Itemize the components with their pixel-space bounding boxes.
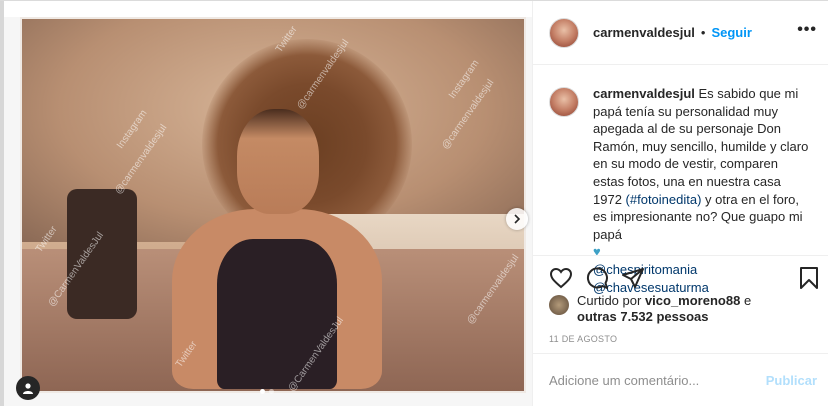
post-date[interactable]: 11 DE AGOSTO (549, 334, 617, 344)
post-photo[interactable]: Instagram @carmenvaldesjul Twitter @Carm… (20, 17, 526, 393)
tagged-users-button[interactable] (16, 376, 40, 400)
publish-button[interactable]: Publicar (766, 373, 817, 388)
liker-username[interactable]: vico_moreno88 (645, 293, 740, 308)
like-button[interactable] (549, 266, 573, 290)
share-icon (622, 268, 644, 288)
comment-input[interactable] (549, 372, 759, 388)
caption-avatar[interactable] (549, 87, 579, 117)
heart-icon (549, 267, 573, 289)
user-icon (23, 383, 33, 394)
header-separator: • (700, 25, 706, 40)
likes-text: Curtido por vico_moreno88 e outras 7.532… (577, 293, 752, 324)
caption-body: Es sabido que mi papá tenía su personali… (593, 86, 809, 207)
liker-avatar[interactable] (549, 295, 569, 315)
caption-hashtag[interactable]: (#fotoinedita) (626, 192, 702, 207)
post-header: carmenvaldesjul • Seguir ••• (533, 1, 828, 65)
post-media: Instagram @carmenvaldesjul Twitter @Carm… (4, 17, 532, 406)
other-likers-link[interactable]: outras 7.532 pessoas (577, 309, 709, 324)
caption-username[interactable]: carmenvaldesjul (593, 86, 695, 101)
next-slide-button[interactable] (506, 208, 528, 230)
likes-summary: Curtido por vico_moreno88 e outras 7.532… (549, 293, 757, 325)
carousel-indicator (260, 389, 274, 394)
more-options-button[interactable]: ••• (797, 22, 817, 38)
author-avatar[interactable] (549, 17, 579, 48)
bookmark-icon (800, 267, 818, 289)
carousel-dot (269, 389, 274, 394)
share-button[interactable] (621, 266, 645, 290)
person-in-photo (172, 99, 382, 389)
action-bar (533, 255, 828, 295)
comment-form: Publicar (533, 353, 828, 406)
follow-button[interactable]: Seguir (711, 25, 751, 40)
comment-icon (586, 267, 608, 289)
comment-button[interactable] (585, 266, 609, 290)
chevron-right-icon (514, 214, 521, 224)
post-sidebar: carmenvaldesjul • Seguir ••• carmenvalde… (532, 1, 828, 406)
save-button[interactable] (797, 266, 821, 290)
carousel-dot-active (260, 389, 265, 394)
author-username[interactable]: carmenvaldesjul (593, 25, 695, 40)
post-dialog: Instagram @carmenvaldesjul Twitter @Carm… (0, 0, 828, 406)
